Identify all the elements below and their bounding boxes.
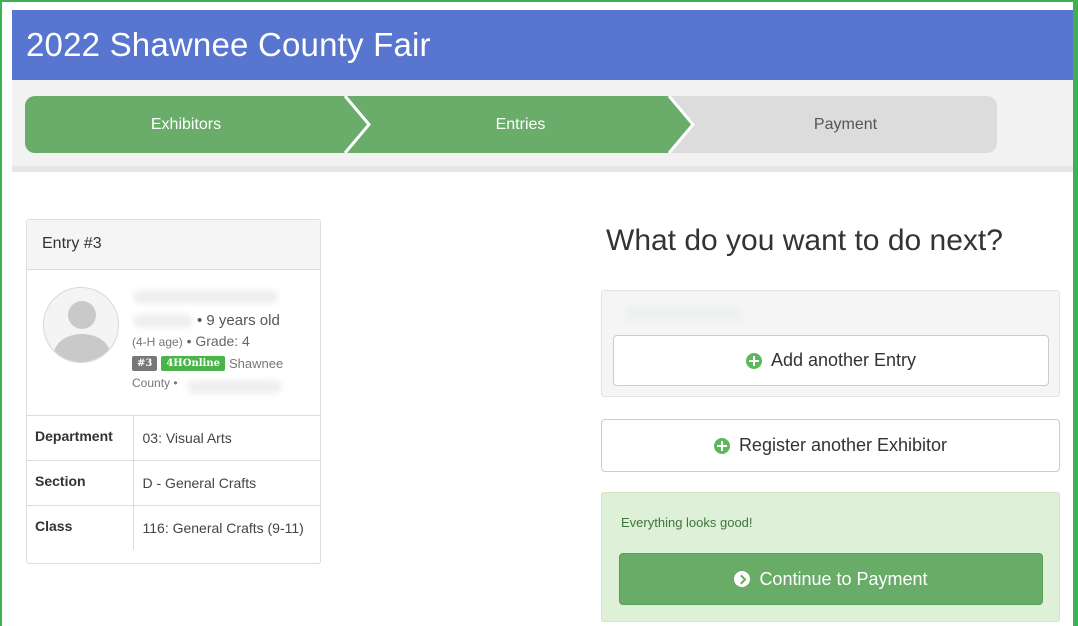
- add-entry-button[interactable]: Add another Entry: [613, 335, 1049, 386]
- avatar-body: [54, 334, 110, 362]
- redacted-club: [187, 380, 282, 394]
- plus-circle-icon: [745, 352, 762, 369]
- entry-details-table: Department 03: Visual Arts Section D - G…: [27, 416, 320, 550]
- add-entry-button-label: Add another Entry: [770, 350, 917, 370]
- step-exhibitors[interactable]: Exhibitors: [25, 96, 347, 153]
- plus-circle-icon: [713, 437, 730, 454]
- detail-key-class: Class: [27, 505, 134, 550]
- status-message: Everything looks good!: [621, 515, 753, 530]
- table-row: Class 116: General Crafts (9-11): [27, 505, 320, 550]
- app-frame: 2022 Shawnee County Fair Exhibitors Entr…: [0, 0, 1078, 626]
- county-label-end: County •: [132, 376, 178, 390]
- detail-value-section: D - General Crafts: [133, 460, 320, 506]
- register-exhibitor-button-label: Register another Exhibitor: [738, 435, 948, 455]
- continue-button-label: Continue to Payment: [759, 568, 928, 589]
- exhibitor-grade-line: (4-H age) • Grade: 4: [132, 333, 250, 349]
- user-placeholder-icon: [43, 287, 119, 363]
- entry-number-badge: #3: [132, 356, 158, 371]
- county-label-start: Shawnee: [228, 356, 284, 371]
- table-row: Section D - General Crafts: [27, 460, 320, 506]
- step-payment[interactable]: Payment: [694, 96, 997, 153]
- continue-to-payment-button[interactable]: Continue to Payment: [619, 553, 1043, 605]
- source-badge: 4HOnline: [161, 356, 225, 371]
- next-steps-heading: What do you want to do next?: [606, 224, 1003, 257]
- status-panel: Everything looks good! Continue to Payme…: [601, 492, 1060, 622]
- register-exhibitor-button[interactable]: Register another Exhibitor: [601, 419, 1060, 472]
- exhibitor-badges: #3 4HOnline Shawnee: [132, 356, 283, 371]
- table-row: Department 03: Visual Arts: [27, 416, 320, 461]
- exhibitor-grade: • Grade: 4: [186, 333, 250, 349]
- exhibitor-age: • 9 years old: [197, 312, 280, 329]
- arrow-circle-right-icon: [734, 571, 751, 587]
- page-title: 2022 Shawnee County Fair: [26, 26, 431, 63]
- age-note: (4-H age): [132, 335, 183, 349]
- redacted-name: [133, 290, 278, 304]
- progress-steps: Exhibitors Entries Payment: [25, 96, 997, 153]
- step-entries[interactable]: Entries: [370, 96, 671, 153]
- progress-band: Exhibitors Entries Payment: [12, 80, 1073, 172]
- detail-value-class: 116: General Crafts (9-11): [142, 520, 304, 536]
- redacted-exhibitor-name: [624, 307, 744, 321]
- detail-key-section: Section: [27, 460, 134, 506]
- redacted-birthdate: [133, 314, 193, 328]
- exhibitor-profile: • 9 years old (4-H age) • Grade: 4 #3 4H…: [27, 270, 320, 416]
- entry-card-heading: Entry #3: [27, 220, 320, 270]
- entry-card: Entry #3 • 9 years old (4-H age) • Grade…: [26, 219, 321, 564]
- avatar-head: [68, 301, 96, 329]
- detail-key-department: Department: [27, 416, 134, 461]
- page-header: 2022 Shawnee County Fair: [12, 10, 1073, 80]
- detail-value-department: 03: Visual Arts: [133, 416, 320, 461]
- add-entry-panel: Add another Entry: [601, 290, 1060, 397]
